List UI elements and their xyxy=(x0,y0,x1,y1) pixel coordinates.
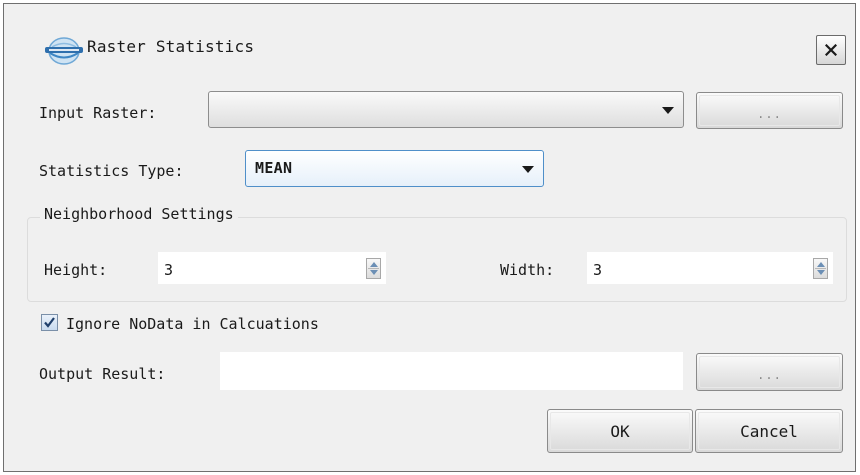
spin-up-icon xyxy=(817,262,825,267)
width-label: Width: xyxy=(500,261,555,279)
checkmark-icon xyxy=(44,317,55,328)
cancel-button-label: Cancel xyxy=(740,421,798,441)
chevron-down-icon xyxy=(662,106,674,114)
ok-button[interactable]: OK xyxy=(547,409,693,453)
raster-statistics-dialog: Raster Statistics Input Raster: ... Stat… xyxy=(3,3,856,472)
spin-up-icon xyxy=(370,262,378,267)
ok-button-label: OK xyxy=(610,421,630,441)
height-label: Height: xyxy=(44,261,108,279)
globe-logo-icon xyxy=(45,37,83,65)
statistics-type-value: MEAN xyxy=(255,159,293,177)
close-icon xyxy=(825,44,837,56)
height-value: 3 xyxy=(164,261,174,279)
width-spinner-arrows[interactable] xyxy=(813,258,828,279)
cancel-button[interactable]: Cancel xyxy=(695,409,843,453)
statistics-type-label: Statistics Type: xyxy=(39,162,184,180)
spin-down-icon xyxy=(370,270,378,275)
output-result-label: Output Result: xyxy=(39,365,166,383)
neighborhood-settings-title: Neighborhood Settings xyxy=(40,205,238,223)
ignore-nodata-label[interactable]: Ignore NoData in Calcuations xyxy=(66,315,319,333)
dialog-title: Raster Statistics xyxy=(87,37,255,56)
ignore-nodata-checkbox[interactable] xyxy=(41,314,58,331)
output-result-field[interactable] xyxy=(220,352,683,390)
output-result-browse-button[interactable]: ... xyxy=(696,353,843,391)
statistics-type-select[interactable]: MEAN xyxy=(245,150,544,187)
chevron-down-icon xyxy=(522,165,534,173)
input-raster-browse-button[interactable]: ... xyxy=(696,92,843,129)
width-value: 3 xyxy=(593,261,603,279)
width-spinbox[interactable]: 3 xyxy=(587,252,833,284)
spin-down-icon xyxy=(817,270,825,275)
title-bar: Raster Statistics xyxy=(4,4,855,74)
input-raster-label: Input Raster: xyxy=(39,104,157,122)
close-button[interactable] xyxy=(816,35,846,65)
height-spinner-arrows[interactable] xyxy=(366,258,381,279)
height-spinbox[interactable]: 3 xyxy=(158,252,386,284)
input-raster-combo[interactable] xyxy=(208,91,684,128)
